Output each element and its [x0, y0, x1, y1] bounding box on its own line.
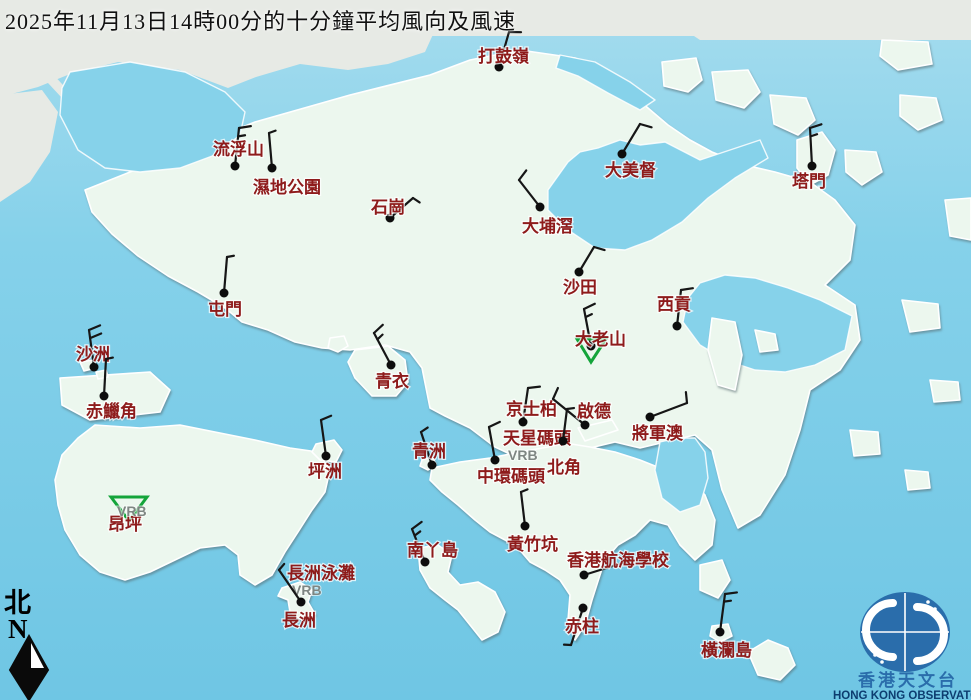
wind-barb-tick [106, 358, 113, 359]
station-dot[interactable] [580, 571, 589, 580]
station-name: 坪洲 [308, 462, 342, 481]
station-name: 青衣 [375, 371, 409, 391]
station-dot[interactable] [220, 289, 229, 298]
station-dot[interactable] [716, 628, 725, 637]
wind-barb-tick [567, 408, 574, 409]
station-name: 石崗 [370, 198, 405, 217]
station-dot[interactable] [673, 322, 682, 331]
wind-barb-tick [686, 392, 687, 403]
station-dot[interactable] [575, 268, 584, 277]
station-dot[interactable] [491, 456, 500, 465]
station-dot[interactable] [322, 452, 331, 461]
station-name: 香港航海學校 [567, 550, 670, 570]
station-name: 長洲泳灘 [287, 563, 355, 583]
station-name: 中環碼頭 [477, 466, 546, 486]
station-name: 大美督 [605, 160, 656, 180]
map-title: 2025年11月13日14時00分的十分鐘平均風向及風速 [5, 4, 516, 36]
station-dot[interactable] [268, 164, 277, 173]
station-dot[interactable] [808, 162, 817, 171]
station-dot[interactable] [536, 203, 545, 212]
station-name: 黃竹坑 [506, 534, 558, 554]
wind-barb-tick [724, 601, 731, 602]
station-name: 北角 [547, 457, 581, 477]
station-dot[interactable] [559, 437, 568, 446]
station-dot[interactable] [297, 598, 306, 607]
station-name: 大老山 [575, 329, 626, 349]
station-ngong-ping[interactable]: 昂坪VRB [108, 497, 147, 534]
station-name: 打鼓嶺 [478, 46, 529, 66]
station-name: 啟德 [577, 401, 611, 421]
station-name: 沙田 [563, 278, 597, 297]
station-dot[interactable] [618, 150, 627, 159]
wind-barb-tick [238, 135, 245, 136]
station-dot[interactable] [100, 392, 109, 401]
hko-logo-chinese: 香港天文台 [858, 670, 958, 690]
wind-barb-tick [227, 256, 234, 257]
wind-barb-tick [528, 387, 540, 388]
station-dot[interactable] [579, 604, 588, 613]
station-name: 赤鱲角 [86, 401, 137, 421]
station-name: 西貢 [657, 295, 691, 314]
wind-barb-tick [725, 592, 737, 594]
station-name: 將軍澳 [632, 423, 684, 443]
station-dot[interactable] [646, 413, 655, 422]
station-name: 長洲 [282, 611, 316, 630]
station-name: 橫瀾島 [701, 640, 752, 660]
vrb-indicator: VRB [117, 503, 147, 519]
station-name: 京士柏 [506, 399, 557, 419]
station-dot[interactable] [428, 461, 437, 470]
vrb-indicator: VRB [508, 447, 538, 463]
station-name: 南丫島 [407, 540, 458, 560]
north-letter: N [8, 614, 28, 644]
wind-map-page: 打鼓嶺流浮山濕地公園石崗大美督塔門大埔滘沙田西貢大老山屯門沙洲赤鱲角青衣京士柏啟… [0, 0, 971, 700]
station-name: 赤柱 [565, 616, 599, 636]
station-name: 流浮山 [213, 139, 264, 159]
station-name: 大埔滘 [522, 216, 573, 236]
hko-logo-english: HONG KONG OBSERVATORY [833, 690, 971, 700]
station-dot[interactable] [521, 522, 530, 531]
hong-kong-basemap: 打鼓嶺流浮山濕地公園石崗大美督塔門大埔滘沙田西貢大老山屯門沙洲赤鱲角青衣京士柏啟… [0, 0, 971, 700]
station-dot[interactable] [231, 162, 240, 171]
station-dot[interactable] [581, 421, 590, 430]
station-name: 塔門 [792, 171, 826, 191]
station-name: 屯門 [208, 299, 242, 319]
station-name: 濕地公園 [253, 177, 321, 197]
station-name: 青洲 [412, 441, 446, 461]
station-dot[interactable] [387, 361, 396, 370]
